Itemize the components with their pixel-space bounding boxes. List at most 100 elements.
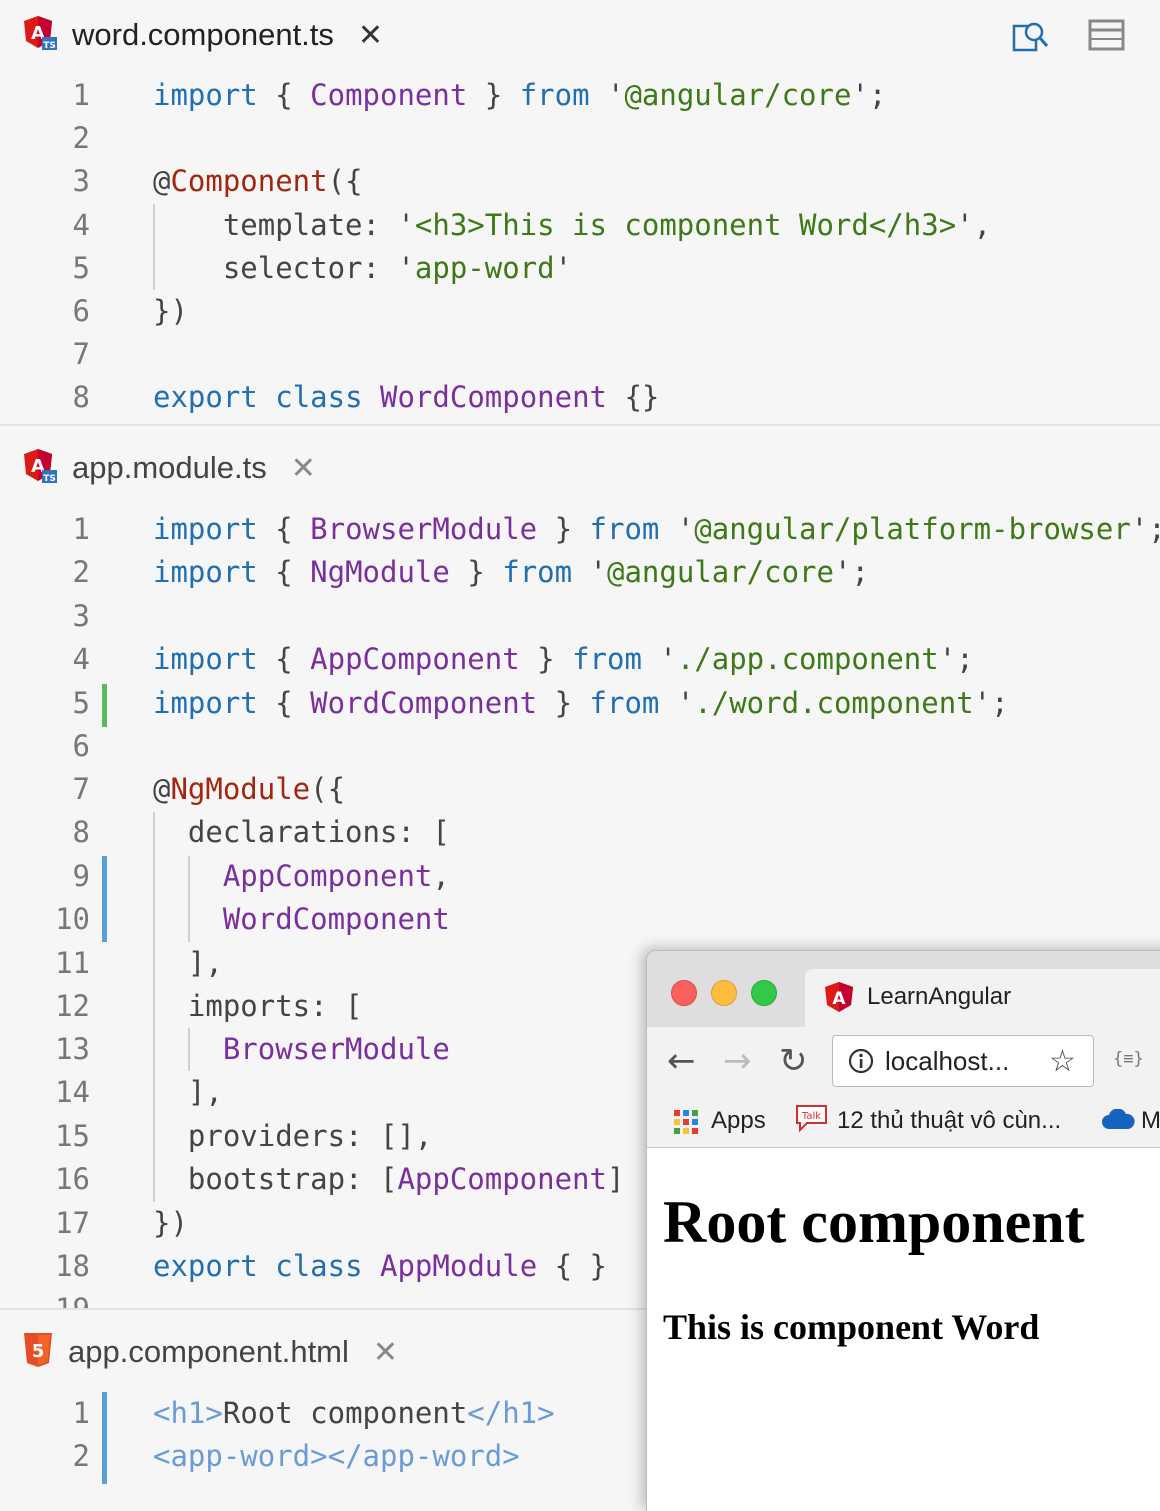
code-token: {} xyxy=(607,380,660,414)
tab-word-component[interactable]: A TS word.component.ts ✕ xyxy=(0,0,452,70)
code-token: AppComponent xyxy=(222,859,433,893)
code-token: ' xyxy=(572,555,607,589)
code-token: from xyxy=(589,512,660,546)
tab-app-component-html[interactable]: 5 app.component.html ✕ xyxy=(0,1310,482,1394)
line-number: 11 xyxy=(55,946,90,980)
minimize-window-button[interactable] xyxy=(711,980,737,1006)
code-line: 4 import { AppComponent } from './app.com… xyxy=(0,638,1160,681)
code-token: </ xyxy=(467,1396,503,1430)
line-number: 14 xyxy=(55,1075,90,1109)
line-number: 5 xyxy=(72,251,90,285)
code-token: declarations: [ xyxy=(153,815,450,849)
code-token: ], xyxy=(153,946,223,980)
talk-badge-text: Talk xyxy=(801,1111,821,1122)
code-token: { } xyxy=(537,1249,607,1283)
code-token: ' xyxy=(659,686,695,720)
code-token: from xyxy=(502,555,573,589)
code-token: < xyxy=(153,1439,171,1473)
code-token: { xyxy=(257,78,311,112)
line-number: 8 xyxy=(72,815,90,849)
line-number: 1 xyxy=(72,1396,90,1430)
forward-arrow-icon[interactable]: → xyxy=(723,1041,752,1081)
page-heading-word: This is component Word xyxy=(663,1307,1040,1347)
line-number: 12 xyxy=(55,989,90,1023)
bookmark-star-icon[interactable]: ☆ xyxy=(1049,1044,1076,1079)
zoom-window-button[interactable] xyxy=(751,980,777,1006)
search-in-file-icon[interactable] xyxy=(1012,18,1050,58)
code-token: NgModule xyxy=(310,555,450,589)
reload-icon[interactable]: ↻ xyxy=(779,1041,808,1081)
back-arrow-icon[interactable]: ← xyxy=(667,1041,696,1081)
code-token: ' xyxy=(641,642,677,676)
line-number: 8 xyxy=(72,380,90,414)
code-text: imports: [ xyxy=(153,985,363,1028)
close-window-button[interactable] xyxy=(671,980,697,1006)
code-token: ></ xyxy=(310,1439,363,1473)
line-number: 3 xyxy=(72,164,90,198)
bookmark-apps[interactable]: Apps xyxy=(711,1107,766,1135)
browser-titlebar: A LearnAngular xyxy=(647,951,1160,1027)
tab-app-module[interactable]: A TS app.module.ts ✕ xyxy=(0,426,372,510)
tab-title: app.component.html xyxy=(68,1334,349,1369)
code-text: @Component({ xyxy=(153,160,363,203)
browser-toolbar: ← → ↻ localhost... ☆ {≡} Apps Talk 12 th… xyxy=(647,1027,1160,1148)
code-line: 9 AppComponent, xyxy=(0,855,1160,898)
code-token: '; xyxy=(851,78,887,112)
code-token: export xyxy=(153,1249,258,1283)
code-token: , xyxy=(432,859,450,893)
code-line: 10 WordComponent xyxy=(0,898,1160,941)
code-token: class xyxy=(275,1249,363,1283)
code-token: h1 xyxy=(170,1396,206,1430)
code-token: NgModule xyxy=(170,772,311,806)
line-number: 15 xyxy=(55,1119,90,1153)
bookmarks-bar: Apps Talk 12 thủ thuật vô cùn... M xyxy=(673,1099,1160,1139)
line-number: 3 xyxy=(72,599,90,633)
angular-typescript-file-icon: A TS xyxy=(22,448,58,488)
code-token: template: ' xyxy=(153,208,415,242)
code-token: app-word xyxy=(414,251,555,285)
close-icon[interactable]: ✕ xyxy=(291,451,316,486)
code-token: ({ xyxy=(327,164,363,198)
talk-bookmark-icon: Talk xyxy=(795,1103,829,1140)
code-token: ./word.component xyxy=(694,686,974,720)
close-icon[interactable]: ✕ xyxy=(358,18,383,53)
code-text: AppComponent, xyxy=(153,855,450,898)
code-text: declarations: [ xyxy=(153,811,450,854)
code-area[interactable]: 1 import { Component } from '@angular/cor… xyxy=(0,74,1160,424)
code-token: WordComponent xyxy=(222,902,450,936)
code-token: from xyxy=(572,642,642,676)
code-line: 7 xyxy=(0,333,1160,376)
code-token: ', xyxy=(956,208,992,242)
close-icon[interactable]: ✕ xyxy=(373,1335,398,1370)
json-viewer-extension-icon[interactable]: {≡} xyxy=(1113,1049,1144,1069)
code-token: > xyxy=(502,1439,520,1473)
code-token: from xyxy=(519,78,590,112)
line-number: 2 xyxy=(72,555,90,589)
code-token: @ xyxy=(153,164,171,198)
code-text: export class WordComponent {} xyxy=(153,376,659,419)
code-line: 3 @Component({ xyxy=(0,160,1160,203)
code-token: import xyxy=(153,642,258,676)
code-token: import xyxy=(153,686,258,720)
line-number: 1 xyxy=(72,512,90,546)
svg-text:TS: TS xyxy=(43,474,56,484)
code-text: <h1>Root component</h1> xyxy=(153,1392,555,1435)
code-line: 3 xyxy=(0,595,1160,638)
code-token: < xyxy=(153,1396,171,1430)
split-editor-icon[interactable] xyxy=(1088,18,1126,56)
bookmark-tips[interactable]: 12 thủ thuật vô cùn... xyxy=(837,1107,1061,1135)
code-line: 8 export class WordComponent {} xyxy=(0,376,1160,419)
code-text: import { BrowserModule } from '@angular/… xyxy=(153,508,1160,551)
address-bar[interactable]: localhost... ☆ xyxy=(832,1035,1094,1087)
code-token: h1 xyxy=(502,1396,538,1430)
bookmark-m[interactable]: M xyxy=(1141,1107,1160,1135)
code-line: 6 xyxy=(0,725,1160,768)
code-token: } xyxy=(449,555,503,589)
code-token: ' xyxy=(554,251,573,285)
line-number: 9 xyxy=(72,859,90,893)
code-token: { xyxy=(257,642,311,676)
browser-tab[interactable]: A LearnAngular xyxy=(805,969,1160,1027)
code-token: class xyxy=(275,380,363,414)
